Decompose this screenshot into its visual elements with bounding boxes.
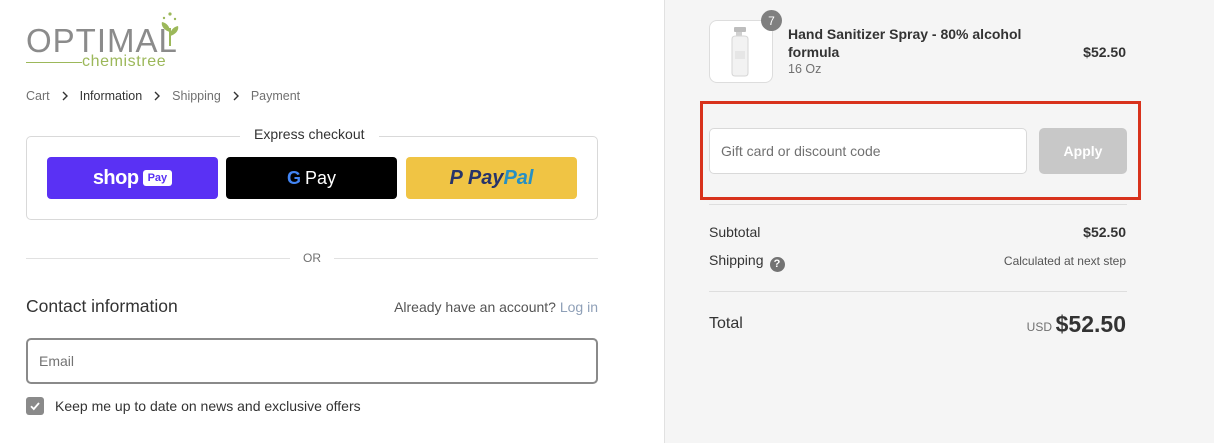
email-field[interactable] <box>26 338 598 384</box>
newsletter-opt-in[interactable]: Keep me up to date on news and exclusive… <box>26 397 361 415</box>
product-price: $52.50 <box>1083 44 1126 60</box>
account-login-prompt: Already have an account? Log in <box>394 299 598 315</box>
breadcrumb-information: Information <box>79 89 143 103</box>
shipping-label: Shipping <box>709 252 764 268</box>
help-question-icon[interactable]: ? <box>769 256 785 272</box>
subtotal-label: Subtotal <box>709 224 761 240</box>
apply-discount-button[interactable]: Apply <box>1039 128 1127 174</box>
paypal-p-icon: P <box>449 166 463 189</box>
newsletter-checkbox[interactable] <box>26 397 44 415</box>
google-g-icon: G <box>286 167 301 188</box>
total-label: Total <box>709 315 743 332</box>
chevron-right-icon <box>233 91 239 101</box>
product-variant: 16 Oz <box>788 62 822 76</box>
spray-bottle-image <box>731 27 749 77</box>
shop-pay-wordmark: shop <box>92 166 139 189</box>
quantity-badge: 7 <box>761 10 782 31</box>
login-link[interactable]: Log in <box>560 299 598 315</box>
summary-separator-bottom <box>709 291 1127 292</box>
subtotal-value: $52.50 <box>1083 224 1126 240</box>
shipping-row-label: Shipping? <box>709 252 785 272</box>
logo-underline <box>26 62 82 63</box>
paypal-button[interactable]: P PayPal <box>406 157 577 199</box>
divider-line-right <box>334 258 598 259</box>
product-thumbnail <box>709 20 773 83</box>
breadcrumb-shipping: Shipping <box>172 89 221 103</box>
breadcrumb-payment: Payment <box>250 89 301 103</box>
product-name: Hand Sanitizer Spray - 80% alcohol formu… <box>788 26 1022 60</box>
breadcrumb-cart[interactable]: Cart <box>26 89 50 103</box>
order-summary: 7 Hand Sanitizer Spray - 80% alcohol for… <box>664 0 1214 443</box>
discount-code-input[interactable] <box>709 128 1027 174</box>
or-divider-text: OR <box>303 251 321 265</box>
shop-pay-pill: Pay <box>142 170 173 186</box>
logo-subtext: chemistree <box>82 53 167 70</box>
breadcrumb: Cart Information Shipping Payment <box>26 89 300 103</box>
checkmark-icon <box>30 402 40 411</box>
chevron-right-icon <box>154 91 161 101</box>
checkout-main: OPTIMAL chemistree Cart Information Ship… <box>0 0 664 443</box>
account-prompt-text: Already have an account? <box>394 299 556 315</box>
express-checkout-title: Express checkout <box>240 126 379 142</box>
summary-separator-top <box>709 204 1127 205</box>
contact-information-heading: Contact information <box>26 296 178 316</box>
shop-pay-button[interactable]: shop Pay <box>47 157 218 199</box>
total-currency: USD <box>1026 320 1052 334</box>
paypal-wordmark: PayPal <box>467 166 534 189</box>
total-amount: $52.50 <box>1055 311 1126 337</box>
google-pay-button[interactable]: G Pay <box>226 157 397 199</box>
divider-line-left <box>26 258 290 259</box>
chevron-right-icon <box>62 91 68 101</box>
newsletter-label: Keep me up to date on news and exclusive… <box>55 398 361 414</box>
google-pay-wordmark: Pay <box>304 167 337 188</box>
store-logo[interactable]: OPTIMAL chemistree <box>26 10 216 72</box>
shipping-value: Calculated at next step <box>1003 254 1126 268</box>
